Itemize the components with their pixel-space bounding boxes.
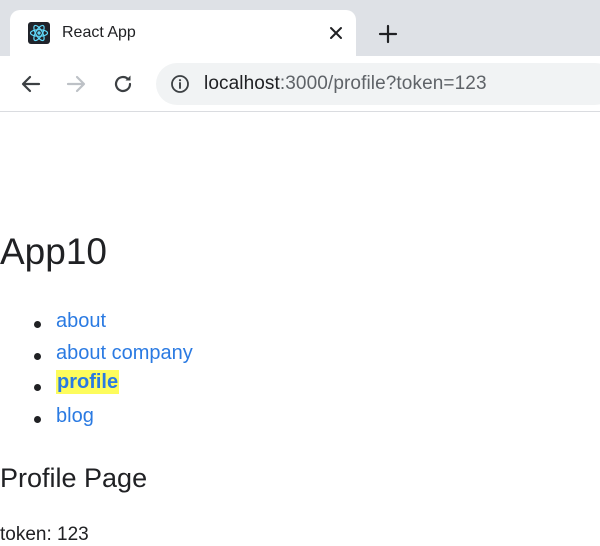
address-bar[interactable]: localhost:3000/profile?token=123 [156,63,600,105]
browser-tabstrip: React App [0,0,600,56]
nav-link-about[interactable]: about [56,307,106,335]
nav-link-profile[interactable]: profile [56,370,120,394]
arrow-left-icon[interactable] [18,71,44,97]
section-heading: Profile Page [0,463,148,493]
nav-item-blog: blog [0,402,193,434]
nav-item-about-company: about company [0,339,193,371]
page-title: App10 [0,231,107,272]
list-bullet [34,384,41,391]
arrow-right-icon[interactable] [63,71,89,97]
nav-item-about: about [0,307,193,339]
nav-item-profile: profile [0,370,193,402]
close-icon[interactable] [324,21,348,45]
list-bullet [34,352,41,360]
list-bullet [34,321,41,328]
nav-link-about-company[interactable]: about company [56,339,193,367]
reload-icon[interactable] [110,71,136,97]
url-path: :3000/profile?token=123 [279,73,487,94]
list-bullet [34,415,41,423]
browser-tab[interactable]: React App [10,10,356,56]
react-logo-icon [28,22,50,44]
nav-link-blog[interactable]: blog [56,402,94,430]
token-text: token: 123 [0,524,89,545]
browser-toolbar: localhost:3000/profile?token=123 [0,56,600,112]
url-host: localhost [204,73,280,94]
plus-icon[interactable] [374,20,402,48]
info-icon[interactable] [170,74,190,94]
nav-list: about about company profile blog [0,307,193,433]
tab-title: React App [62,24,136,41]
url-text[interactable]: localhost:3000/profile?token=123 [204,73,487,95]
